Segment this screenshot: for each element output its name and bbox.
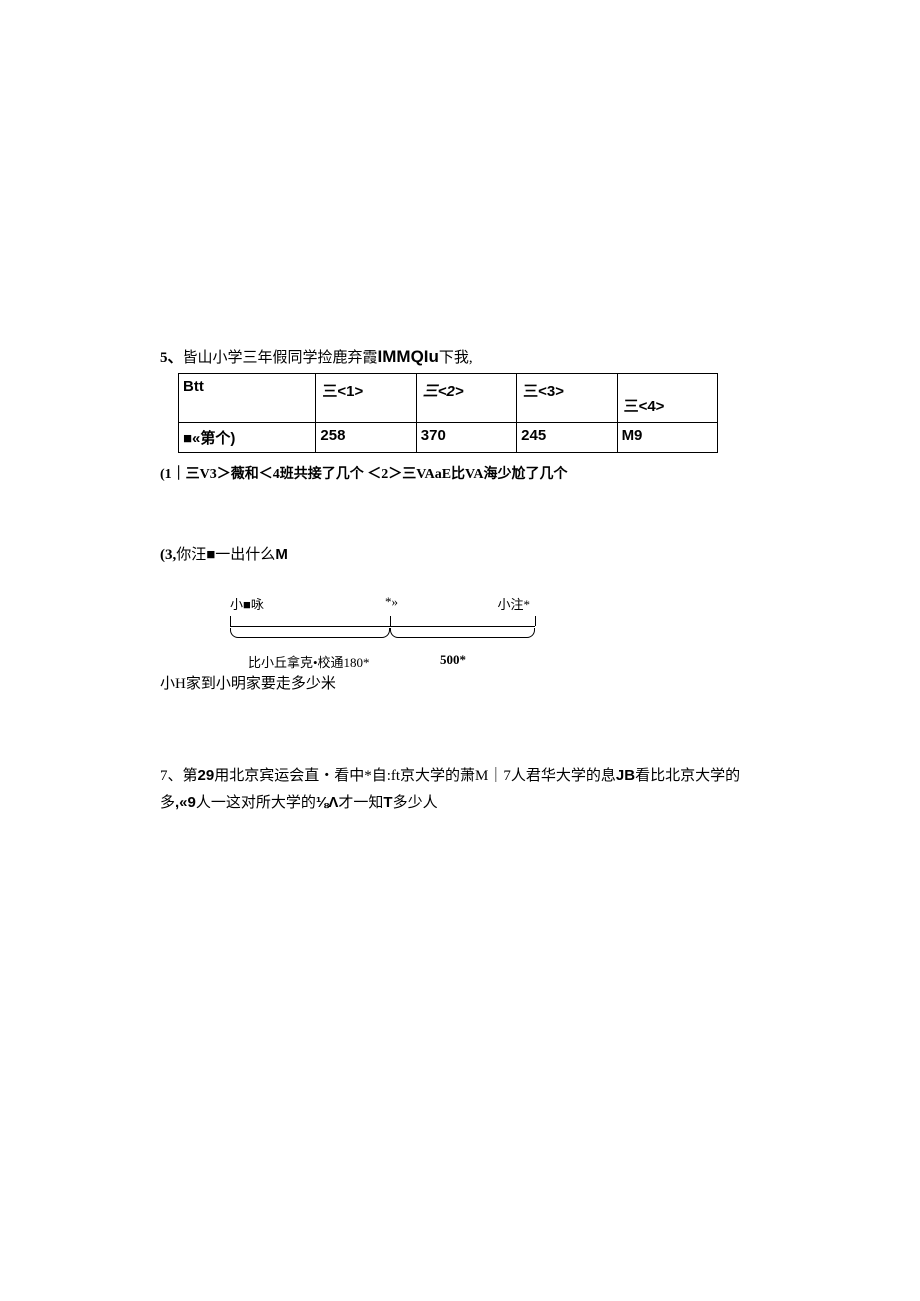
q5-num: 5、 [160, 350, 183, 366]
q7-t1e: 看比北京大学的 [635, 768, 740, 784]
q5-text-c: 下我, [439, 350, 473, 366]
q7-t1c: 用北京宾运会直・看中*自:ft京大学的萧M｜7人君华大学的息 [214, 768, 616, 784]
q5-text-b: IMMQIu [378, 347, 439, 366]
q7-t1a: 第 [183, 768, 198, 784]
q7-t2d: ⅛Λ [316, 794, 339, 811]
diagram-label-right: 小注* [497, 594, 530, 613]
q5-subquestions: (1｜三V3＞薇和＜4班共接了几个 ＜2＞三VAaE比VA海少尬了几个 [160, 463, 760, 483]
diagram-bottom-right: 500* [440, 652, 466, 668]
distance-diagram: 小■咏 *» 小注* 比小丘拿克•校通180* 500* [230, 594, 550, 654]
q5-text-a: 皆山小学三年假同学捡鹿弃霞 [183, 350, 378, 366]
q7-t2c: 人一这对所大学的 [196, 795, 316, 811]
bracket-icon [230, 628, 390, 638]
q3-title: (3,你汪■一出什么M [160, 543, 760, 564]
table-cell-1-1: 258 [316, 423, 416, 453]
table-cell-1-0: ■«第个) [179, 423, 316, 453]
q7-t1d: JB [616, 767, 635, 784]
q7-num: 7、 [160, 768, 183, 784]
q7-t2b: ,«9 [175, 794, 196, 811]
bracket-icon [390, 628, 535, 638]
q3-text-a: 你汪■一出什么 [176, 547, 275, 563]
q3-text-b: M [275, 546, 288, 563]
q3-num: (3, [160, 547, 176, 563]
q5-title: 5、皆山小学三年假同学捡鹿弃霞IMMQIu下我, [160, 346, 760, 367]
q7-t2g: 多少人 [393, 795, 438, 811]
diagram-bottom-left: 比小丘拿克•校通180* [248, 652, 370, 671]
q7-t2a: 多 [160, 795, 175, 811]
table-header-4: 三<4> [617, 374, 717, 423]
table-header-1: 三<1> [316, 374, 416, 423]
diagram-line [230, 616, 550, 630]
horizontal-line [230, 626, 535, 627]
tick-icon [230, 616, 231, 626]
table-header-2: 三<2> [416, 374, 516, 423]
q6-text: 小H家到小明家要走多少米 [160, 672, 760, 693]
q7-block: 7、第29用北京宾运会直・看中*自:ft京大学的萧M｜7人君华大学的息JB看比北… [160, 763, 760, 816]
table-cell-1-3: 245 [517, 423, 617, 453]
q7-t2f: T [383, 794, 392, 811]
diagram-label-left: 小■咏 [230, 594, 264, 613]
table-cell-1-4: M9 [617, 423, 717, 453]
q5-table: Btt 三<1> 三<2> 三<3> 三<4> ■«第个) 258 370 24… [178, 373, 718, 453]
table-header-3: 三<3> [517, 374, 617, 423]
q7-t2e: 才一知 [338, 795, 383, 811]
q7-t1b: 29 [198, 767, 215, 784]
diagram-label-mid: *» [385, 594, 398, 610]
tick-icon [535, 616, 536, 626]
table-header-0: Btt [179, 374, 316, 423]
table-cell-1-2: 370 [416, 423, 516, 453]
tick-icon [390, 616, 391, 626]
